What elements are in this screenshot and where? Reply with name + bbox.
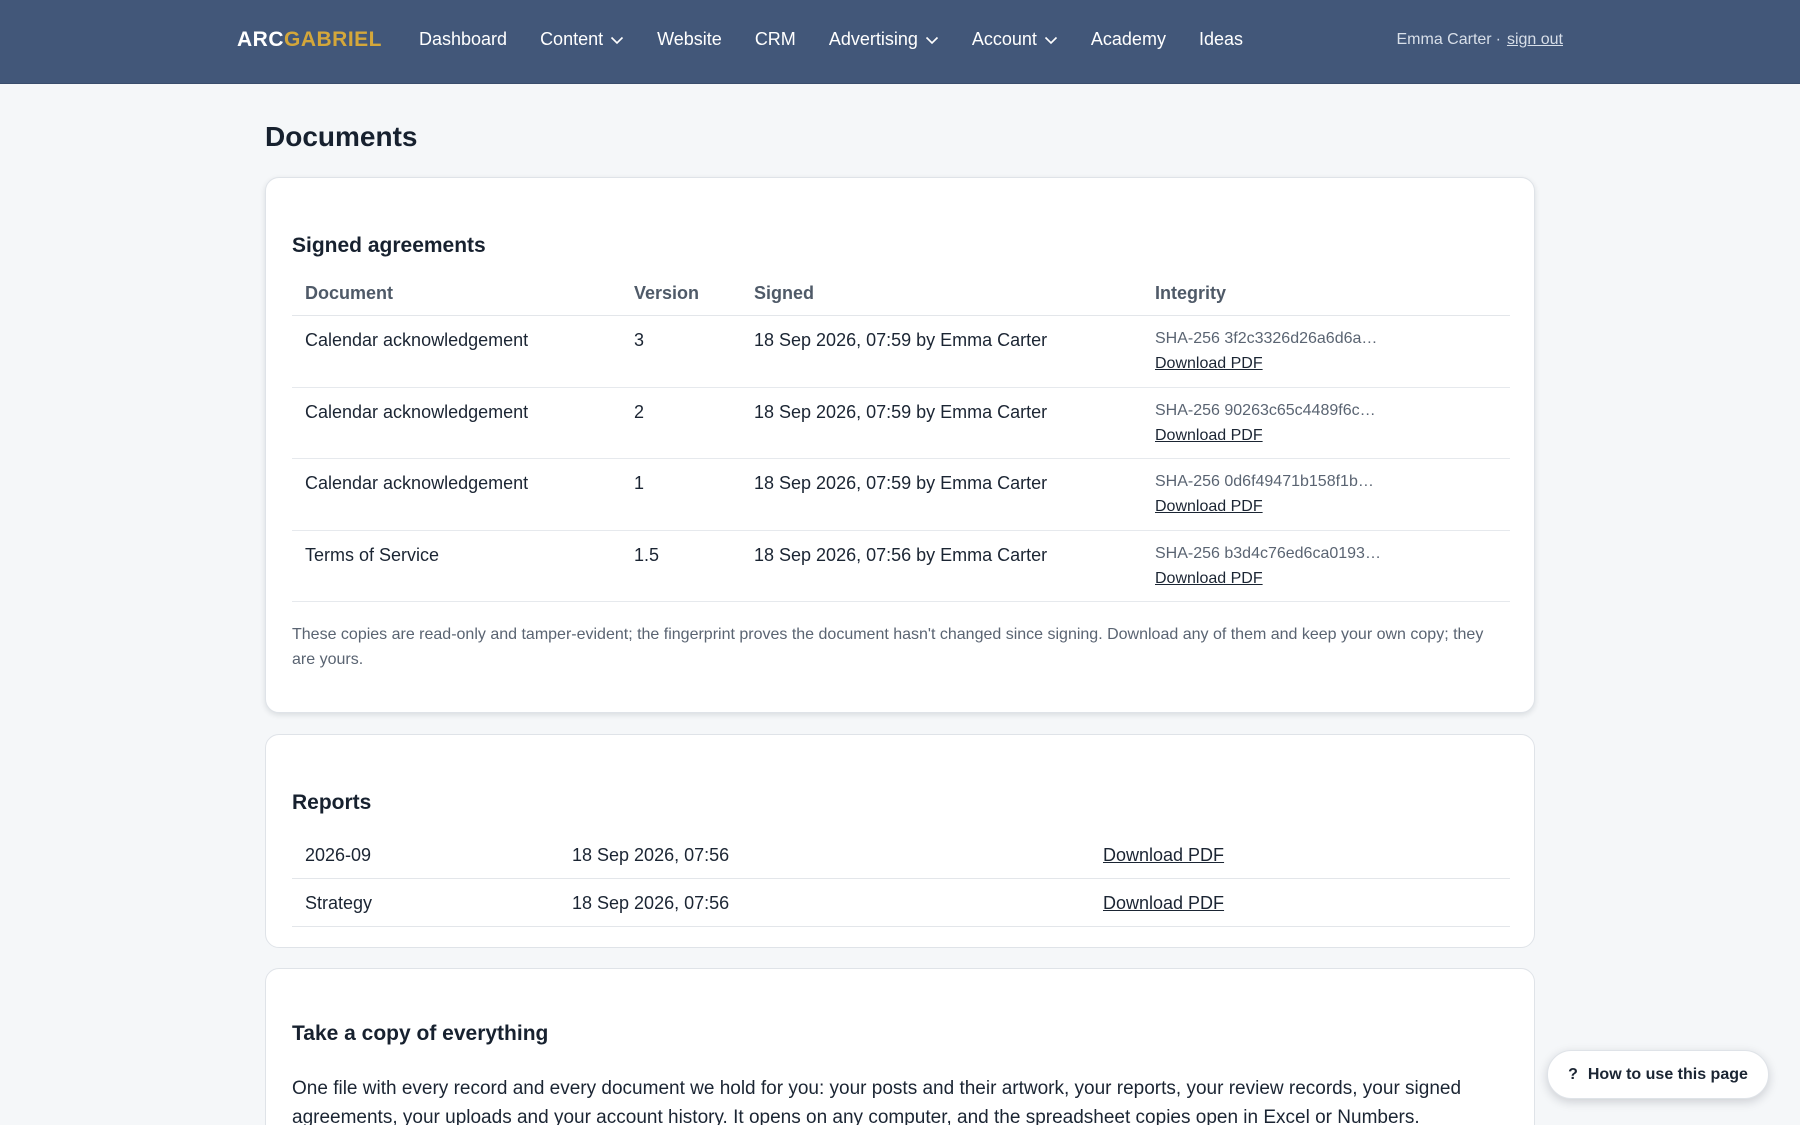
signed-info: 18 Sep 2026, 07:59 by Emma Carter — [754, 330, 1048, 350]
table-row: 2026-09 18 Sep 2026, 07:56 Download PDF — [292, 831, 1510, 879]
take-a-copy-heading: Take a copy of everything — [292, 1022, 549, 1045]
nav-dashboard[interactable]: Dashboard — [419, 29, 507, 50]
sign-out-link[interactable]: sign out — [1507, 31, 1563, 48]
user-name: Emma Carter — [1396, 31, 1492, 48]
how-to-use-button[interactable]: ? How to use this page — [1547, 1050, 1769, 1099]
table-row: Calendar acknowledgement 2 18 Sep 2026, … — [292, 388, 1510, 459]
report-date: 18 Sep 2026, 07:56 — [572, 893, 730, 913]
download-pdf-link[interactable]: Download PDF — [1155, 427, 1263, 445]
nav-academy[interactable]: Academy — [1091, 29, 1166, 50]
take-a-copy-card: Take a copy of everything One file with … — [265, 968, 1535, 1125]
user-menu: Emma Carter · sign out — [1397, 31, 1564, 49]
top-navigation-bar: ARCGABRIEL Dashboard Content Website CRM… — [0, 0, 1800, 84]
nav-website[interactable]: Website — [657, 29, 722, 50]
signed-agreements-heading: Signed agreements — [292, 234, 486, 257]
report-date: 18 Sep 2026, 07:56 — [572, 845, 730, 865]
page-title: Documents — [265, 121, 418, 152]
table-header: Document Version Signed Integrity — [292, 268, 1510, 316]
document-version: 2 — [634, 401, 645, 422]
table-row: Calendar acknowledgement 1 18 Sep 2026, … — [292, 459, 1510, 531]
signed-info: 18 Sep 2026, 07:59 by Emma Carter — [754, 473, 1048, 493]
nav-content-label: Content — [540, 29, 604, 49]
signed-agreements-table: Document Version Signed Integrity Calend… — [292, 268, 1510, 602]
nav-content-dropdown[interactable]: Content — [540, 29, 624, 50]
signed-info: 18 Sep 2026, 07:59 by Emma Carter — [754, 401, 1048, 422]
reports-table: 2026-09 18 Sep 2026, 07:56 Download PDF … — [292, 831, 1510, 927]
document-version: 3 — [634, 330, 645, 350]
table-row: Terms of Service 1.5 18 Sep 2026, 07:56 … — [292, 531, 1510, 602]
download-pdf-link[interactable]: Download PDF — [1103, 893, 1224, 914]
download-pdf-link[interactable]: Download PDF — [1103, 845, 1224, 866]
column-header-document: Document — [305, 283, 394, 303]
brand-part-2: GABRIEL — [284, 28, 382, 51]
nav-account-label: Account — [971, 29, 1037, 49]
nav-ideas[interactable]: Ideas — [1199, 29, 1243, 50]
document-name: Calendar acknowledgement — [305, 473, 529, 493]
nav-advertising-label: Advertising — [828, 29, 918, 49]
download-pdf-link[interactable]: Download PDF — [1155, 355, 1263, 373]
main-nav: Dashboard Content Website CRM Advertisin… — [419, 29, 1276, 50]
nav-ideas-label: Ideas — [1198, 29, 1243, 49]
document-name: Terms of Service — [305, 544, 440, 565]
download-pdf-link[interactable]: Download PDF — [1155, 498, 1263, 516]
integrity-hash: SHA-256 90263c65c4489f6c… — [1155, 401, 1376, 419]
signed-agreements-card: Signed agreements Document Version Signe… — [265, 177, 1535, 713]
document-version: 1.5 — [634, 544, 660, 565]
nav-website-label: Website — [657, 29, 722, 49]
report-name: 2026-09 — [305, 845, 372, 865]
question-icon: ? — [1568, 1065, 1578, 1083]
download-pdf-link[interactable]: Download PDF — [1155, 570, 1263, 588]
document-name: Calendar acknowledgement — [305, 330, 529, 350]
column-header-integrity: Integrity — [1155, 283, 1227, 303]
nav-advertising-dropdown[interactable]: Advertising — [829, 29, 939, 50]
user-separator: · — [1495, 31, 1501, 48]
signed-agreements-note: These copies are read-only and tamper-ev… — [292, 626, 1484, 668]
take-a-copy-description: One file with every record and every doc… — [292, 1078, 1462, 1125]
document-version: 1 — [634, 473, 645, 493]
chevron-down-icon — [610, 33, 624, 47]
nav-crm-label: CRM — [754, 29, 796, 49]
integrity-hash: SHA-256 3f2c3326d26a6d6a… — [1155, 330, 1378, 347]
table-row: Calendar acknowledgement 3 18 Sep 2026, … — [292, 316, 1510, 388]
table-row: Strategy 18 Sep 2026, 07:56 Download PDF — [292, 879, 1510, 927]
nav-academy-label: Academy — [1090, 29, 1166, 49]
integrity-hash: SHA-256 b3d4c76ed6ca0193… — [1155, 544, 1381, 562]
column-header-signed: Signed — [754, 283, 815, 303]
nav-account-dropdown[interactable]: Account — [972, 29, 1058, 50]
nav-crm[interactable]: CRM — [755, 29, 796, 50]
integrity-hash: SHA-256 0d6f49471b158f1b… — [1155, 473, 1374, 490]
reports-heading: Reports — [292, 791, 372, 814]
document-name: Calendar acknowledgement — [305, 401, 529, 422]
brand-logo[interactable]: ARCGABRIEL — [237, 28, 382, 52]
signed-info: 18 Sep 2026, 07:56 by Emma Carter — [754, 544, 1048, 565]
column-header-version: Version — [634, 283, 700, 303]
chevron-down-icon — [925, 33, 939, 47]
chevron-down-icon — [1044, 33, 1058, 47]
nav-dashboard-label: Dashboard — [419, 29, 508, 49]
how-to-use-label: How to use this page — [1587, 1065, 1748, 1083]
report-name: Strategy — [305, 893, 373, 913]
reports-card: Reports 2026-09 18 Sep 2026, 07:56 Downl… — [265, 734, 1535, 948]
brand-part-1: ARC — [237, 28, 284, 51]
